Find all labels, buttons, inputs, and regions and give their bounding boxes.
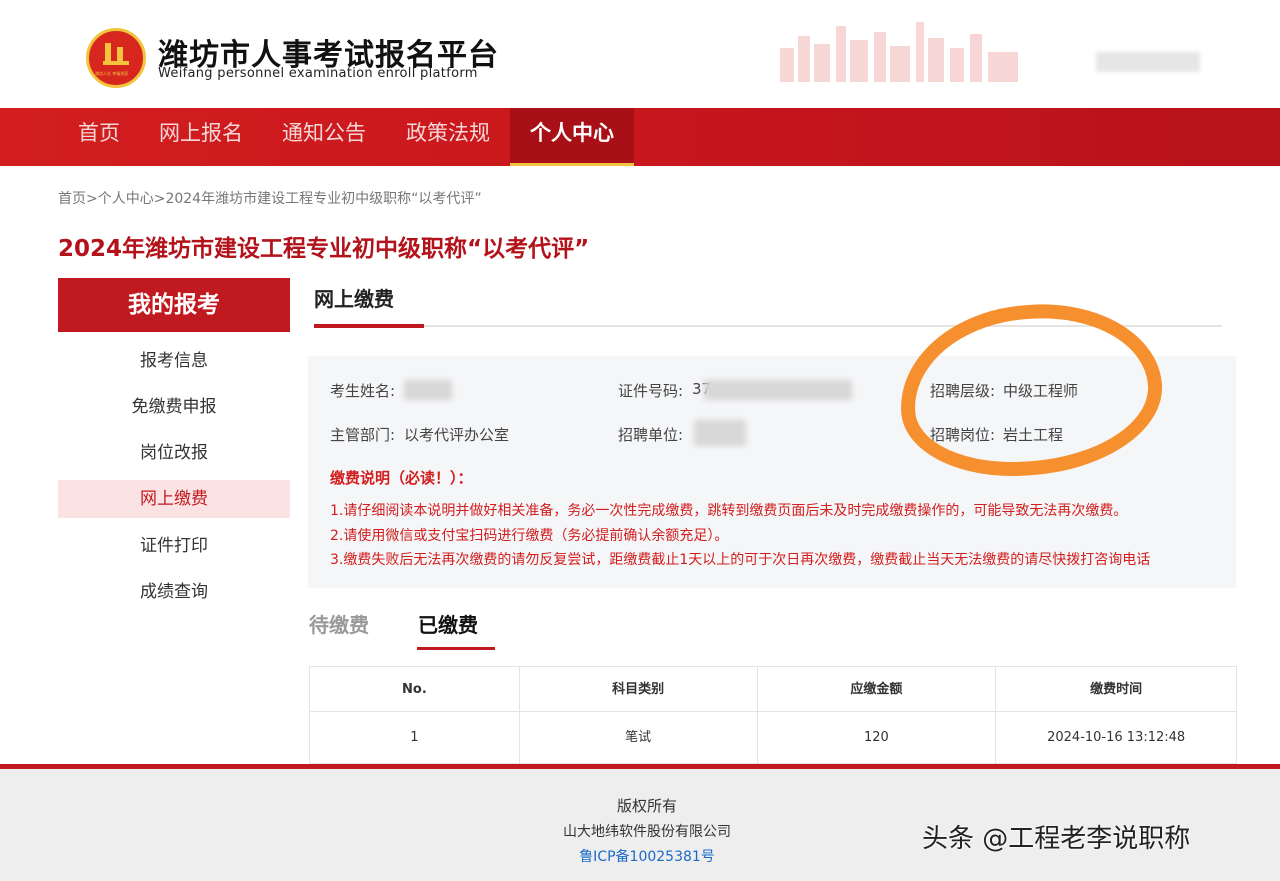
nav-policies[interactable]: 政策法规 xyxy=(386,108,510,166)
site-logo[interactable]: 潍坊人社 幸福到家 xyxy=(86,28,146,88)
payment-notice-line-1: 1.请仔细阅读本说明并做好相关准备，务必一次性完成缴费，跳转到缴费页面后未及时完… xyxy=(330,503,1128,519)
id-number-redaction xyxy=(704,380,852,400)
column-header-amount: 应缴金额 xyxy=(757,666,997,712)
cell-paid-time: 2024-10-16 13:12:48 xyxy=(996,712,1238,764)
column-header-subject: 科目类别 xyxy=(519,666,758,712)
sidebar-title: 我的报考 xyxy=(58,278,290,332)
watermark-text: 头条 @工程老李说职称 xyxy=(922,824,1191,854)
recruit-unit-label: 招聘单位: xyxy=(618,426,684,444)
sidebar-item-post-change[interactable]: 岗位改报 xyxy=(58,434,290,472)
site-subtitle: Weifang personnel examination enroll pla… xyxy=(158,66,478,81)
breadcrumb[interactable]: 首页>个人中心>2024年潍坊市建设工程专业初中级职称“以考代评” xyxy=(58,188,482,208)
logo-emblem-icon xyxy=(103,43,129,65)
sidebar-item-fee-exemption[interactable]: 免缴费申报 xyxy=(58,388,290,426)
id-number-label: 证件号码: xyxy=(618,382,684,400)
payment-notice-line-3: 3.缴费失败后无法再次缴费的请勿反复尝试，距缴费截止1天以上的可于次日再次缴费，… xyxy=(330,552,1151,568)
department-label: 主管部门: xyxy=(330,426,396,444)
candidate-name-label: 考生姓名: xyxy=(330,382,396,400)
sidebar-item-registration-info[interactable]: 报考信息 xyxy=(58,342,290,380)
candidate-name-redaction xyxy=(404,380,452,400)
department-value: 以考代评办公室 xyxy=(404,426,510,444)
table-row: 1 笔试 120 2024-10-16 13:12:48 xyxy=(309,712,1238,764)
tab-unpaid[interactable]: 待缴费 xyxy=(309,609,369,638)
payment-table: No. 科目类别 应缴金额 缴费时间 1 笔试 120 2024-10-16 1… xyxy=(309,666,1238,764)
page-title: 2024年潍坊市建设工程专业初中级职称“以考代评” xyxy=(58,236,590,262)
column-header-no: No. xyxy=(310,666,520,712)
nav-online-registration[interactable]: 网上报名 xyxy=(140,108,262,166)
recruit-unit-redaction xyxy=(694,420,746,446)
panel-title-underline xyxy=(314,324,424,328)
panel-title: 网上缴费 xyxy=(314,287,394,311)
logo-caption: 潍坊人社 幸福到家 xyxy=(95,71,129,76)
cell-amount: 120 xyxy=(757,712,997,764)
city-skyline-decoration xyxy=(780,22,1018,82)
table-header-row: No. 科目类别 应缴金额 缴费时间 xyxy=(309,666,1238,712)
main-nav: 首页 网上报名 通知公告 政策法规 个人中心 xyxy=(0,108,1280,166)
payment-notice-line-2: 2.请使用微信或支付宝扫码进行缴费（务必提前确认余额充足）。 xyxy=(330,528,729,544)
sidebar-item-online-payment[interactable]: 网上缴费 xyxy=(58,480,290,518)
site-header: 潍坊人社 幸福到家 潍坊市人事考试报名平台 Weifang personnel … xyxy=(0,0,1280,108)
nav-announcements[interactable]: 通知公告 xyxy=(262,108,386,166)
tab-paid-underline xyxy=(417,647,495,650)
tab-paid[interactable]: 已缴费 xyxy=(418,609,478,638)
nav-personal-center[interactable]: 个人中心 xyxy=(510,108,634,166)
payment-notice-title: 缴费说明（必读！）： xyxy=(330,469,473,487)
cell-subject: 笔试 xyxy=(519,712,758,764)
footer-copyright: 版权所有 xyxy=(616,797,677,815)
user-account-area[interactable] xyxy=(1096,52,1200,72)
sidebar-item-score-query[interactable]: 成绩查询 xyxy=(58,573,290,611)
column-header-paid-time: 缴费时间 xyxy=(996,666,1238,712)
nav-home[interactable]: 首页 xyxy=(58,108,140,166)
sidebar-item-admission-print[interactable]: 证件打印 xyxy=(58,527,290,565)
cell-no: 1 xyxy=(310,712,520,764)
